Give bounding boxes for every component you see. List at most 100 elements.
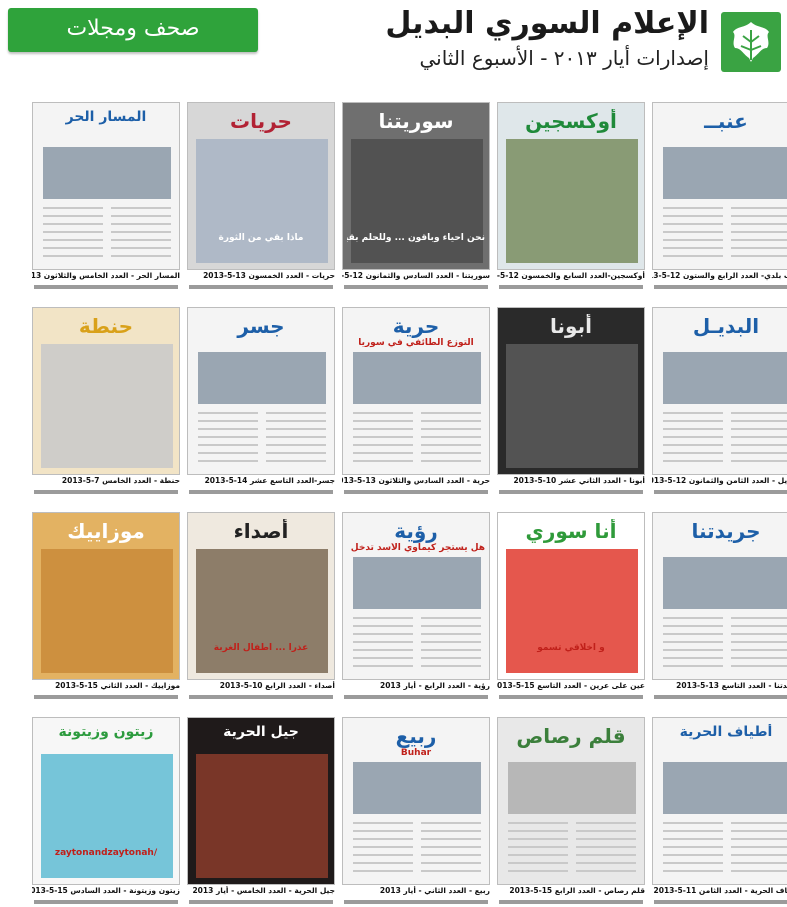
cover-card[interactable]: جريدتنا جريدتنا - العدد التاسع 13-5-2013	[652, 512, 787, 702]
cover-image[interactable]: حرية التوزع الطائفي في سوريا	[342, 307, 490, 475]
text-column-line	[731, 207, 787, 209]
cover-caption[interactable]: أوكسجين-العدد السابع والخمسون 12-5-2013	[497, 271, 645, 283]
cover-card[interactable]: ربيع Buhar ربيع - العدد الثاني - أيار 2013	[342, 717, 490, 907]
text-column-line	[663, 838, 723, 840]
cover-card[interactable]: أبونا أبونا - العدد الثاني عشر 10-5-2013	[497, 307, 645, 497]
cover-caption[interactable]: المسار الحر - العدد الخامس والثلاثون 13-…	[32, 271, 180, 283]
text-column-line	[663, 412, 723, 414]
cover-masthead: زيتون وزيتونة	[58, 724, 154, 740]
cover-caption[interactable]: أبونا - العدد الثاني عشر 10-5-2013	[497, 476, 645, 488]
cover-card[interactable]: رؤيةهل يستجر كيماوي الأسد تدخل الغرب ؟رؤ…	[342, 512, 490, 702]
cover-masthead: قلم رصاص	[516, 724, 626, 748]
text-column-line	[663, 460, 723, 462]
cover-card[interactable]: حنطة حنطة - العدد الخامس 7-5-2013	[32, 307, 180, 497]
cover-caption[interactable]: قلم رصاص - العدد الرابع 15-5-2013	[497, 886, 645, 898]
text-column-line	[663, 665, 723, 667]
cover-image[interactable]: قلم رصاص	[497, 717, 645, 885]
cover-caption[interactable]: عين على عرين - العدد التاسع 15-5-2013	[497, 681, 645, 693]
cover-image[interactable]: سوريتنا نحن أحياء وباقون ... وللحلم بقية	[342, 102, 490, 270]
cover-image[interactable]: رؤيةهل يستجر كيماوي الأسد تدخل الغرب ؟	[342, 512, 490, 680]
cover-image[interactable]: أصداء عذراً ... أطفال الغربة	[187, 512, 335, 680]
cover-caption[interactable]: موزاييك - العدد الثاني 15-5-2013	[32, 681, 180, 693]
cover-caption[interactable]: رؤية - العدد الرابع - أيار 2013	[342, 681, 490, 693]
cover-card[interactable]: عنبــ عنب بلدي- العدد الرابع والستون 12-5…	[652, 102, 787, 292]
text-column-line	[663, 239, 723, 241]
cover-caption[interactable]: عنب بلدي- العدد الرابع والستون 12-5-2013	[652, 271, 787, 283]
cover-card[interactable]: حرية التوزع الطائفي في سوريا حرية - العدد …	[342, 307, 490, 497]
cover-card[interactable]: قلم رصاص قلم رصاص - العدد الرابع 15-5-201…	[497, 717, 645, 907]
text-column-line	[731, 633, 787, 635]
cover-image[interactable]: أطياف الحرية	[652, 717, 787, 885]
text-column-line	[731, 436, 787, 438]
cover-photo	[41, 549, 173, 673]
text-column-line	[731, 657, 787, 659]
text-column-line	[353, 452, 413, 454]
cover-image[interactable]: جريدتنا	[652, 512, 787, 680]
text-column-line	[353, 436, 413, 438]
cover-image[interactable]: ربيع Buhar	[342, 717, 490, 885]
cover-card[interactable]: أصداء عذراً ... أطفال الغربة أصداء - العدد…	[187, 512, 335, 702]
text-column-line	[353, 862, 413, 864]
cover-card[interactable]: جيل الحرية جيل الحرية - العدد الخامس - أي…	[187, 717, 335, 907]
text-column-line	[663, 633, 723, 635]
cover-caption[interactable]: حرية - العدد السادس والثلاثون 13-5-2013	[342, 476, 490, 488]
cover-card[interactable]: البديـل البديل - العدد الثامن والثمانون 1…	[652, 307, 787, 497]
cover-masthead: عنبــ	[704, 109, 748, 133]
cover-card[interactable]: زيتون وزيتونة/zaytonandzaytonah زيتون وزي…	[32, 717, 180, 907]
text-column-line	[663, 657, 723, 659]
cover-divider	[34, 695, 178, 699]
cover-image[interactable]: أبونا	[497, 307, 645, 475]
text-column-line	[731, 830, 787, 832]
text-column-line	[353, 460, 413, 462]
cover-image[interactable]: المسار الحر	[32, 102, 180, 270]
cover-card[interactable]: أطياف الحرية أطياف الحرية - العدد الثامن …	[652, 717, 787, 907]
text-column-line	[663, 231, 723, 233]
text-column-line	[43, 223, 103, 225]
cover-caption[interactable]: جيل الحرية - العدد الخامس - أيار 2013	[187, 886, 335, 898]
cover-image[interactable]: أنا سوري و أخلاقي تسمو	[497, 512, 645, 680]
cover-card[interactable]: جسر جسر-العدد التاسع عشر 14-5-2013	[187, 307, 335, 497]
text-column-line	[353, 633, 413, 635]
cover-card[interactable]: سوريتنا نحن أحياء وباقون ... وللحلم بقية س…	[342, 102, 490, 292]
cover-caption[interactable]: جسر-العدد التاسع عشر 14-5-2013	[187, 476, 335, 488]
cover-card[interactable]: أنا سوري و أخلاقي تسمو عين على عرين - العد…	[497, 512, 645, 702]
text-column-line	[421, 854, 481, 856]
cover-caption[interactable]: زيتون وزيتونة - العدد السادس 15-5-2013	[32, 886, 180, 898]
text-column-line	[266, 428, 326, 430]
cover-image[interactable]: جيل الحرية	[187, 717, 335, 885]
cover-image[interactable]: عنبــ	[652, 102, 787, 270]
cover-image[interactable]: زيتون وزيتونة/zaytonandzaytonah	[32, 717, 180, 885]
text-column-line	[353, 822, 413, 824]
cover-caption[interactable]: حنطة - العدد الخامس 7-5-2013	[32, 476, 180, 488]
text-column-line	[421, 830, 481, 832]
text-column-line	[353, 854, 413, 856]
cover-image[interactable]: حنطة	[32, 307, 180, 475]
cover-caption[interactable]: أطياف الحرية - العدد الثامن 11-5-2013	[652, 886, 787, 898]
cover-card[interactable]: المسار الحر المسار الحر - العدد الخامس وا…	[32, 102, 180, 292]
cover-divider	[654, 900, 787, 904]
cover-image[interactable]: حريات ماذا بقي من الثورة	[187, 102, 335, 270]
cover-caption[interactable]: البديل - العدد الثامن والثمانون 12-5-201…	[652, 476, 787, 488]
text-column-line	[663, 436, 723, 438]
text-column-line	[731, 452, 787, 454]
cover-image[interactable]: موزاييك	[32, 512, 180, 680]
text-column-line	[663, 830, 723, 832]
cover-caption[interactable]: حريات - العدد الخمسون 13-5-2013	[187, 271, 335, 283]
cover-caption[interactable]: أصداء - العدد الرابع 10-5-2013	[187, 681, 335, 693]
cover-card[interactable]: موزاييك موزاييك - العدد الثاني 15-5-2013	[32, 512, 180, 702]
cover-card[interactable]: أوكسجين أوكسجين-العدد السابع والخمسون 12-…	[497, 102, 645, 292]
cover-caption[interactable]: جريدتنا - العدد التاسع 13-5-2013	[652, 681, 787, 693]
text-column-line	[731, 625, 787, 627]
cover-image[interactable]: البديـل	[652, 307, 787, 475]
cover-image[interactable]: أوكسجين	[497, 102, 645, 270]
text-column-line	[421, 657, 481, 659]
text-column-line	[266, 436, 326, 438]
cover-card[interactable]: حريات ماذا بقي من الثورة حريات - العدد الخ…	[187, 102, 335, 292]
cover-photo	[506, 344, 638, 468]
cover-caption[interactable]: سوريتنا - العدد السادس والثمانون 12-5-20…	[342, 271, 490, 283]
text-column-line	[663, 207, 723, 209]
cover-divider	[344, 900, 488, 904]
text-column-line	[421, 436, 481, 438]
cover-image[interactable]: جسر	[187, 307, 335, 475]
cover-caption[interactable]: ربيع - العدد الثاني - أيار 2013	[342, 886, 490, 898]
